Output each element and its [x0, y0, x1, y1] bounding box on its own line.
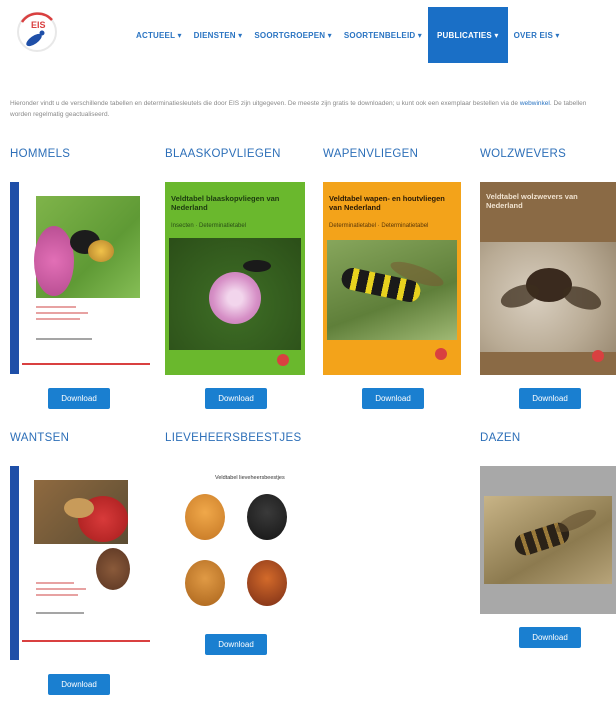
- eis-logo[interactable]: EIS: [12, 8, 62, 56]
- cover-spine: [10, 182, 19, 374]
- cover-dazen[interactable]: [480, 466, 616, 614]
- ladybird-illustration: [185, 494, 225, 540]
- shieldbug-photo: [34, 480, 128, 544]
- nav-publicaties[interactable]: PUBLICATIES ▾: [428, 7, 508, 63]
- horsefly-photo: [484, 496, 612, 584]
- eis-logo-icon: EIS: [17, 12, 57, 52]
- cover-spine: [10, 466, 19, 660]
- category-title-wapenvliegen[interactable]: WAPENVLIEGEN: [323, 148, 418, 160]
- download-button-dazen[interactable]: Download: [519, 627, 581, 648]
- nav-actueel[interactable]: ACTUEEL ▾: [130, 7, 188, 63]
- intro-text: Hieronder vindt u de verschillende tabel…: [10, 100, 520, 107]
- cover-wapenvliegen-title: Veldtabel wapen- en houtvliegen van Nede…: [329, 194, 445, 212]
- download-button-blaaskopvliegen[interactable]: Download: [205, 388, 267, 409]
- cover-lieveheersbeestjes-title: Veldtabel lieveheersbeestjes: [215, 475, 285, 481]
- category-title-wolzwevers[interactable]: WOLZWEVERS: [480, 148, 566, 160]
- download-button-wapenvliegen[interactable]: Download: [362, 388, 424, 409]
- category-title-blaaskopvliegen[interactable]: BLAASKOPVLIEGEN: [165, 148, 281, 160]
- cover-blaaskopvliegen[interactable]: Veldtabel blaaskopvliegen van Nederland …: [165, 182, 305, 375]
- beefly-photo: [480, 242, 616, 352]
- nav-soortgroepen[interactable]: SOORTGROEPEN ▾: [248, 7, 338, 63]
- intro-paragraph: Hieronder vindt u de verschillende tabel…: [10, 98, 606, 120]
- svg-text:EIS: EIS: [31, 20, 46, 30]
- cover-hommels[interactable]: [8, 180, 153, 376]
- category-title-lieveheersbeestjes[interactable]: LIEVEHEERSBEESTJES: [165, 432, 301, 444]
- category-title-hommels[interactable]: HOMMELS: [10, 148, 70, 160]
- nav-over-eis[interactable]: OVER EIS ▾: [508, 7, 566, 63]
- cover-wapenvliegen-subtitle: Determinatietabel · Determinatietabel: [329, 223, 429, 229]
- download-button-wolzwevers[interactable]: Download: [519, 388, 581, 409]
- soldierfly-photo: [327, 240, 457, 340]
- bug-illustration: [96, 548, 130, 590]
- main-nav: ACTUEEL ▾ DIENSTEN ▾ SOORTGROEPEN ▾ SOOR…: [130, 7, 616, 63]
- webwinkel-link[interactable]: webwinkel: [520, 100, 550, 107]
- category-title-wantsen[interactable]: WANTSEN: [10, 432, 69, 444]
- cover-wolzwevers-title: Veldtabel wolzwevers van Nederland: [486, 192, 578, 210]
- ladybird-illustration: [247, 494, 287, 540]
- nav-soortenbeleid[interactable]: SOORTENBELEID ▾: [338, 7, 428, 63]
- thistle-photo: [169, 238, 301, 350]
- download-button-wantsen[interactable]: Download: [48, 674, 110, 695]
- cover-blaaskopvliegen-subtitle: Insecten · Determinatietabel: [171, 223, 247, 229]
- cover-lieveheersbeestjes[interactable]: Veldtabel lieveheersbeestjes: [165, 464, 305, 624]
- ladybird-illustration: [247, 560, 287, 606]
- cover-wantsen[interactable]: [8, 464, 153, 662]
- download-button-hommels[interactable]: Download: [48, 388, 110, 409]
- category-title-dazen[interactable]: DAZEN: [480, 432, 520, 444]
- cover-wapenvliegen[interactable]: Veldtabel wapen- en houtvliegen van Nede…: [323, 182, 461, 375]
- ladybird-illustration: [185, 560, 225, 606]
- download-button-lieveheersbeestjes[interactable]: Download: [205, 634, 267, 655]
- cover-blaaskopvliegen-title: Veldtabel blaaskopvliegen van Nederland: [171, 194, 280, 212]
- nav-diensten[interactable]: DIENSTEN ▾: [188, 7, 249, 63]
- bumblebee-photo: [34, 196, 140, 298]
- cover-wolzwevers[interactable]: Veldtabel wolzwevers van Nederland: [480, 182, 616, 375]
